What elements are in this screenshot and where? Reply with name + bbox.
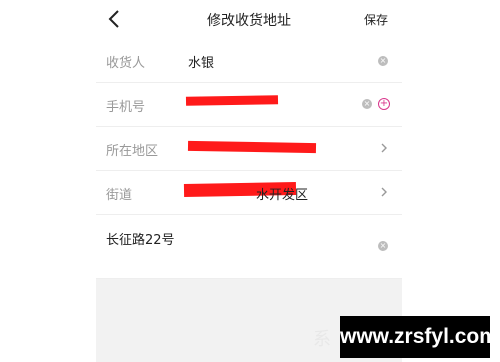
clear-icon[interactable]: × bbox=[378, 241, 388, 251]
redaction-mark bbox=[185, 95, 279, 106]
clear-icon[interactable]: × bbox=[378, 56, 388, 66]
street-label: 街道 bbox=[106, 188, 133, 203]
recipient-row[interactable]: 收货人 水银 × bbox=[96, 39, 402, 83]
redaction-mark bbox=[187, 140, 317, 154]
street-row[interactable]: 街道 水开发区 bbox=[96, 171, 402, 215]
save-button[interactable]: 保存 bbox=[364, 11, 388, 28]
watermark: www.zrsfyl.com bbox=[340, 316, 498, 358]
phone-row[interactable]: 手机号 × + bbox=[96, 83, 402, 127]
recipient-input[interactable]: 水银 bbox=[188, 52, 214, 71]
region-label: 所在地区 bbox=[106, 144, 159, 159]
chevron-right-icon bbox=[381, 143, 387, 153]
add-contact-icon[interactable]: + bbox=[378, 98, 390, 110]
detail-address-field[interactable]: 长征路22号 × bbox=[96, 212, 402, 279]
recipient-label: 收货人 bbox=[106, 56, 146, 71]
nav-header: 修改收货地址 保存 bbox=[96, 0, 402, 38]
region-row[interactable]: 所在地区 bbox=[96, 127, 402, 171]
address-edit-screen: 修改收货地址 保存 收货人 水银 × 手机号 × + 所在地区 街道 水开发区 … bbox=[96, 0, 402, 362]
chevron-right-icon bbox=[381, 187, 387, 197]
detail-address-input[interactable]: 长征路22号 bbox=[106, 229, 175, 248]
page-title: 修改收货地址 bbox=[207, 13, 291, 29]
street-value: 水开发区 bbox=[256, 188, 309, 203]
clear-icon[interactable]: × bbox=[362, 99, 372, 109]
phone-label: 手机号 bbox=[106, 100, 146, 115]
